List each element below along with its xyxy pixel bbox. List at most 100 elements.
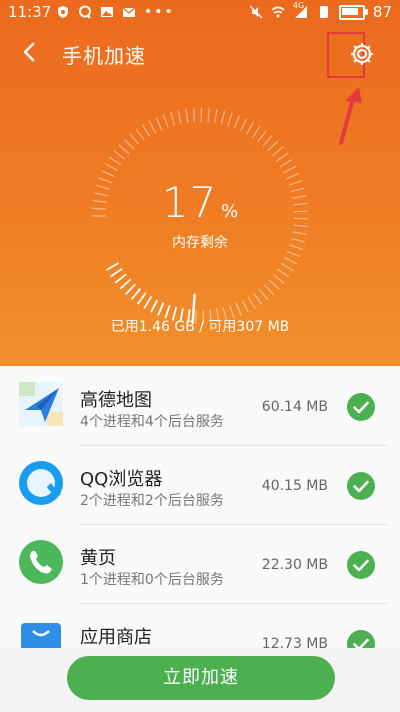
boost-now-button[interactable]: 立即加速 — [67, 656, 335, 700]
memory-percent-sign: % — [221, 201, 239, 222]
gauge-tick — [207, 108, 210, 123]
gauge-tick — [251, 125, 261, 139]
gauge-tick — [113, 150, 126, 160]
gauge-tick — [129, 133, 140, 145]
gauge-tick — [185, 108, 189, 123]
app-detail: 2个进程和2个后台服务 — [80, 493, 224, 509]
wifi-icon — [271, 6, 285, 18]
qq-icon — [79, 5, 91, 19]
gauge-tick — [136, 292, 147, 305]
gauge-tick — [239, 118, 248, 132]
list-item[interactable]: 应用商店 12.73 MB — [0, 603, 400, 648]
app-name: QQ浏览器 — [80, 469, 163, 490]
list-item[interactable]: 黄页 1个进程和0个后台服务 22.30 MB — [0, 524, 400, 603]
gauge-tick — [233, 115, 240, 129]
gauge-tick — [143, 296, 153, 309]
gauge-tick — [148, 120, 157, 134]
gauge-tick — [273, 274, 285, 284]
gauge-tick — [141, 124, 151, 137]
memory-usage-text: 已用1.46 GB / 可用307 MB — [110, 319, 290, 335]
gauge-tick — [157, 302, 165, 316]
image-icon — [101, 7, 113, 17]
gauge-tick — [279, 159, 293, 168]
app-size: 40.15 MB — [261, 478, 328, 494]
qq-browser-icon — [19, 461, 63, 505]
memory-percent: 17% — [0, 178, 400, 227]
gauge-tick — [118, 144, 130, 155]
gauge-tick — [109, 156, 122, 166]
vpn-icon — [58, 6, 68, 18]
memory-percent-value: 17 — [161, 178, 218, 227]
gauge-tick — [193, 108, 196, 123]
gauge-tick — [262, 135, 273, 147]
status-time: 11:37 — [8, 3, 52, 21]
app-name: 高德地图 — [80, 390, 152, 411]
app-detail: 1个进程和0个后台服务 — [80, 572, 224, 588]
gauge-tick — [101, 170, 115, 178]
amap-icon — [19, 382, 63, 426]
gauge-tick — [247, 296, 256, 310]
battery-fill — [341, 7, 358, 15]
gauge-tick — [286, 250, 301, 258]
gauge-tick — [277, 268, 290, 278]
sim-icon — [319, 6, 328, 18]
gauge-tick — [257, 130, 267, 143]
gauge-tick — [150, 299, 159, 313]
gauge-tick — [125, 283, 136, 295]
gauge-tick — [170, 111, 176, 126]
page-title: 手机加速 — [62, 44, 146, 68]
app-store-icon — [21, 623, 61, 648]
gauge-tick — [253, 292, 263, 305]
app-detail: 4个进程和4个后台服务 — [80, 414, 224, 430]
gauge-tick — [283, 165, 297, 174]
list-item[interactable]: 高德地图 4个进程和4个后台服务 60.14 MB — [0, 366, 400, 445]
gauge-tick — [119, 278, 132, 290]
gauge-tick — [214, 109, 218, 124]
gauge-tick — [110, 267, 123, 278]
gauge-tick — [235, 302, 242, 317]
status-bar: 11:37 ••• 4G 87 — [0, 0, 400, 24]
gauge-tick — [280, 263, 294, 272]
app-size: 12.73 MB — [261, 636, 328, 648]
gauge-tick — [220, 110, 226, 125]
gauge-tick — [135, 128, 145, 141]
gauge-tick — [276, 152, 289, 162]
gauge-tick — [177, 110, 182, 125]
check-icon[interactable] — [347, 472, 375, 500]
app-list: 高德地图 4个进程和4个后台服务 60.14 MB QQ浏览器 2个进程和2个后… — [0, 366, 400, 648]
gauge-tick — [263, 284, 275, 296]
app-size: 60.14 MB — [261, 399, 328, 415]
gauge-tick — [271, 146, 284, 157]
annotation-arrow-icon — [339, 87, 362, 145]
gear-icon[interactable] — [349, 41, 375, 67]
app-name: 应用商店 — [80, 627, 152, 648]
back-arrow-icon[interactable] — [18, 40, 42, 64]
memory-label: 内存剩余 — [172, 235, 228, 251]
gauge-tick — [284, 257, 298, 265]
app-name: 黄页 — [80, 548, 116, 569]
battery-percent: 87 — [372, 3, 392, 21]
check-icon[interactable] — [347, 393, 375, 421]
footer: 立即加速 — [0, 648, 400, 712]
more-dots-icon: ••• — [144, 4, 175, 20]
check-icon[interactable] — [347, 630, 375, 648]
gauge-tick — [130, 288, 142, 301]
gauge-tick — [267, 140, 279, 152]
signal-icon: 4G — [293, 1, 309, 19]
gauge-tick — [268, 279, 280, 290]
gauge-tick — [123, 138, 135, 150]
gauge-tick — [241, 299, 249, 313]
mail-icon — [122, 7, 136, 17]
app-size: 22.30 MB — [261, 557, 328, 573]
header-panel: 11:37 ••• 4G 87 手机加速 17 % 内存剩余 已用1.46 GB… — [0, 0, 400, 366]
gauge-tick — [105, 163, 118, 172]
gauge-tick — [155, 117, 163, 131]
list-item[interactable]: QQ浏览器 2个进程和2个后台服务 40.15 MB — [0, 445, 400, 524]
battery-icon — [338, 4, 368, 20]
phone-icon — [19, 540, 63, 584]
mute-icon — [249, 5, 263, 19]
check-icon[interactable] — [347, 551, 375, 579]
gauge-tick — [162, 114, 169, 128]
gauge-tick — [106, 262, 120, 271]
gauge-tick — [258, 288, 269, 301]
